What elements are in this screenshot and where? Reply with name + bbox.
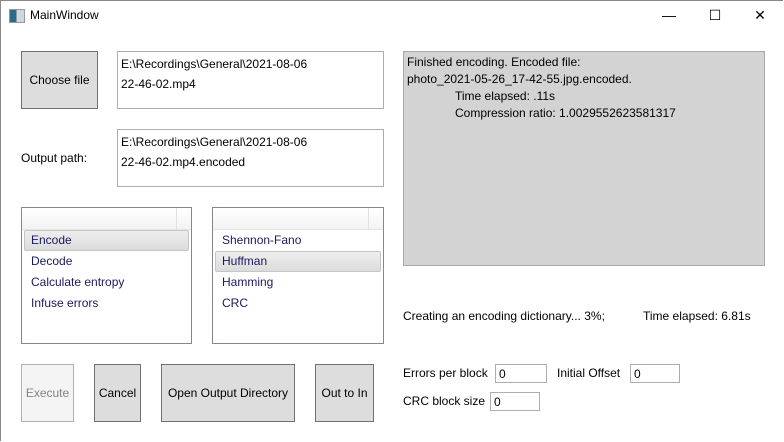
- output-path-label: Output path:: [21, 151, 88, 165]
- status-box: Finished encoding. Encoded file: photo_2…: [403, 51, 765, 266]
- initial-offset-input[interactable]: [630, 364, 680, 383]
- algorithms-list[interactable]: Shennon-Fano Huffman Hamming CRC: [212, 207, 384, 344]
- progress-text: Creating an encoding dictionary... 3%;: [403, 309, 605, 323]
- output-path-field[interactable]: E:\Recordings\General\2021-08-06 22-46-0…: [117, 129, 384, 187]
- list-header: [213, 208, 383, 230]
- status-line: photo_2021-05-26_17-42-55.jpg.encoded.: [407, 72, 632, 86]
- crc-block-size-label: CRC block size: [403, 394, 486, 408]
- open-output-directory-button[interactable]: Open Output Directory: [161, 364, 295, 422]
- input-path-field[interactable]: E:\Recordings\General\2021-08-06 22-46-0…: [117, 51, 384, 109]
- choose-file-button[interactable]: Choose file: [21, 51, 98, 109]
- algorithm-item-shannon-fano[interactable]: Shennon-Fano: [213, 230, 383, 251]
- operation-item-infuse-errors[interactable]: Infuse errors: [22, 293, 191, 314]
- operation-item-decode[interactable]: Decode: [22, 251, 191, 272]
- out-to-in-button[interactable]: Out to In: [315, 364, 374, 422]
- algorithm-item-huffman[interactable]: Huffman: [215, 251, 381, 272]
- list-header: [22, 208, 191, 230]
- crc-block-size-input[interactable]: [490, 392, 540, 411]
- app-icon: [9, 9, 25, 23]
- maximize-button[interactable]: ☐: [692, 0, 738, 30]
- cancel-button[interactable]: Cancel: [94, 364, 141, 422]
- window-title: MainWindow: [30, 8, 99, 22]
- status-line: Finished encoding. Encoded file:: [407, 55, 581, 69]
- operation-item-entropy[interactable]: Calculate entropy: [22, 272, 191, 293]
- status-ratio: Compression ratio: 1.0029552623581317: [455, 106, 676, 120]
- progress-time: Time elapsed: 6.81s: [643, 309, 751, 323]
- algorithm-item-hamming[interactable]: Hamming: [213, 272, 383, 293]
- execute-button[interactable]: Execute: [21, 364, 74, 422]
- initial-offset-label: Initial Offset: [557, 366, 621, 380]
- algorithm-item-crc[interactable]: CRC: [213, 293, 383, 314]
- minimize-button[interactable]: —: [646, 0, 692, 30]
- close-button[interactable]: ✕: [737, 0, 783, 30]
- errors-per-block-label: Errors per block: [403, 366, 488, 380]
- operation-item-encode[interactable]: Encode: [24, 230, 189, 251]
- status-time: Time elapsed: .11s: [455, 89, 556, 103]
- errors-per-block-input[interactable]: [495, 364, 547, 383]
- operations-list[interactable]: Encode Decode Calculate entropy Infuse e…: [21, 207, 192, 344]
